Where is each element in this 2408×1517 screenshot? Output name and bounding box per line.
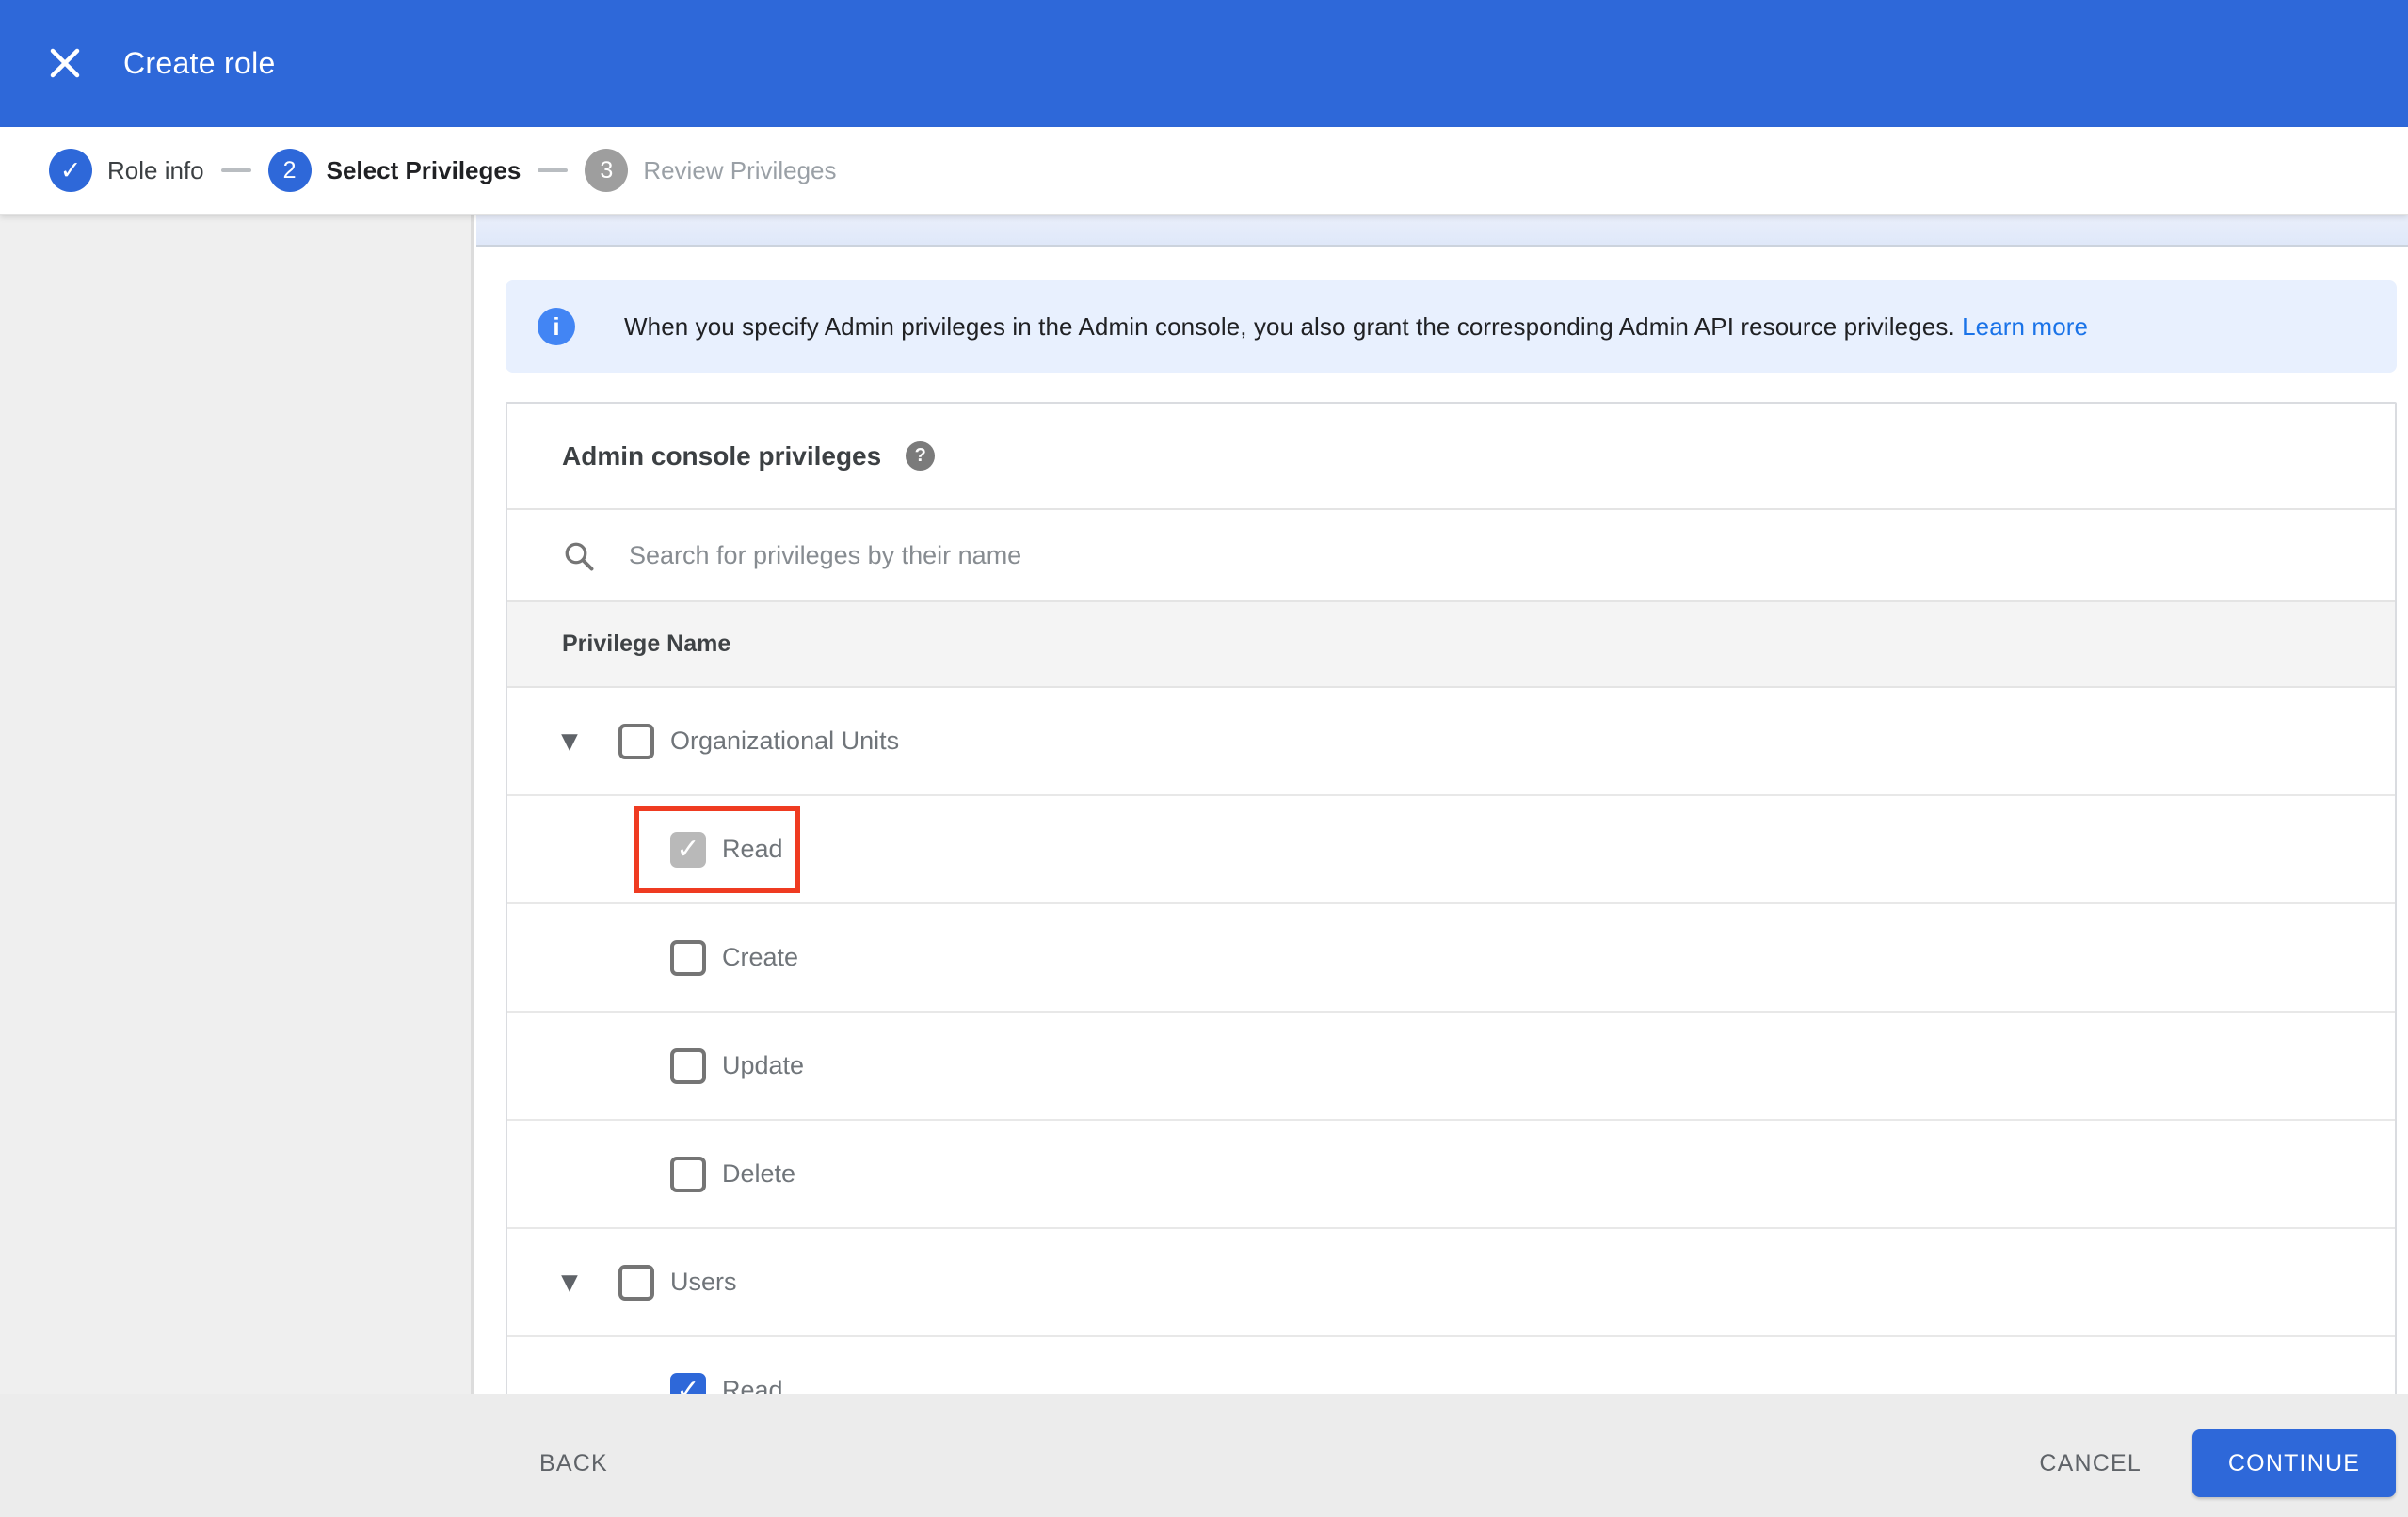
checkbox-label-group: Users <box>618 1264 737 1301</box>
table-header: Privilege Name <box>507 602 2395 688</box>
page-title: Create role <box>123 46 276 80</box>
privilege-checkbox[interactable] <box>618 723 654 759</box>
privileges-table: ▼ Organizational Units ✓ Read Create Upd… <box>507 688 2395 1445</box>
privilege-label: Update <box>722 1051 805 1079</box>
table-row: ✓ Read <box>507 796 2395 904</box>
step-role-info[interactable]: ✓ Role info <box>49 149 204 192</box>
check-icon: ✓ <box>676 832 700 866</box>
search-icon <box>565 542 594 571</box>
checkbox-label-group: ✓ Read <box>634 806 800 893</box>
learn-more-link[interactable]: Learn more <box>1962 312 2088 341</box>
table-row: Create <box>507 904 2395 1013</box>
back-button[interactable]: BACK <box>539 1429 608 1497</box>
search-input[interactable] <box>629 510 2323 600</box>
privilege-label: Organizational Units <box>670 727 900 755</box>
info-icon: i <box>538 308 575 345</box>
privilege-checkbox[interactable] <box>670 1156 706 1192</box>
step-number-badge: 2 <box>267 149 312 192</box>
table-row: ▼ Users <box>507 1229 2395 1337</box>
privilege-label: Delete <box>722 1159 796 1188</box>
step-label: Role info <box>107 155 204 184</box>
table-row: Delete <box>507 1121 2395 1229</box>
info-banner: i When you specify Admin privileges in t… <box>506 280 2397 373</box>
step-complete-check-icon: ✓ <box>49 149 92 192</box>
expand-caret-icon[interactable]: ▼ <box>555 1270 584 1295</box>
privilege-search-row <box>507 510 2395 602</box>
cancel-button[interactable]: CANCEL <box>2039 1429 2142 1497</box>
privilege-checkbox[interactable]: ✓ <box>670 831 706 868</box>
scrolled-content-edge <box>476 215 2408 247</box>
expand-caret-icon[interactable]: ▼ <box>555 729 584 754</box>
left-sidebar <box>0 215 474 1517</box>
table-row: ▼ Organizational Units <box>507 688 2395 796</box>
step-connector <box>538 168 569 172</box>
privilege-checkbox[interactable] <box>670 939 706 976</box>
step-number-badge: 3 <box>585 149 629 192</box>
privilege-label: Read <box>722 835 783 863</box>
help-icon[interactable]: ? <box>906 441 936 471</box>
step-connector <box>220 168 251 172</box>
footer-bar: BACK CANCEL CONTINUE <box>0 1394 2408 1517</box>
step-label: Review Privileges <box>643 155 837 184</box>
checkbox-label-group: Create <box>634 915 815 1001</box>
banner-text: When you specify Admin privileges in the… <box>624 311 2089 341</box>
continue-button[interactable]: CONTINUE <box>2192 1429 2396 1497</box>
privilege-checkbox[interactable] <box>670 1047 706 1084</box>
close-icon[interactable] <box>45 43 85 83</box>
privilege-label: Create <box>722 943 799 971</box>
checkbox-label-group: Delete <box>634 1131 812 1218</box>
content-area: i When you specify Admin privileges in t… <box>476 215 2408 1517</box>
checkbox-label-group: Update <box>634 1023 821 1110</box>
card-header: Admin console privileges ? <box>507 404 2395 510</box>
privilege-checkbox[interactable] <box>618 1264 654 1301</box>
privilege-label: Users <box>670 1268 737 1296</box>
create-role-dialog: Create role ✓ Role info 2 Select Privile… <box>0 0 2408 1517</box>
step-review-privileges[interactable]: 3 Review Privileges <box>585 149 837 192</box>
step-label: Select Privileges <box>326 155 522 184</box>
dialog-header: Create role <box>0 0 2408 127</box>
step-select-privileges[interactable]: 2 Select Privileges <box>267 149 522 192</box>
table-row: Update <box>507 1013 2395 1121</box>
column-header-privilege-name: Privilege Name <box>562 631 731 657</box>
card-title: Admin console privileges <box>562 440 882 471</box>
stepper: ✓ Role info 2 Select Privileges 3 Review… <box>0 127 2408 215</box>
privileges-card: Admin console privileges ? Privilege Nam… <box>506 402 2397 1517</box>
checkbox-label-group: Organizational Units <box>618 723 900 759</box>
